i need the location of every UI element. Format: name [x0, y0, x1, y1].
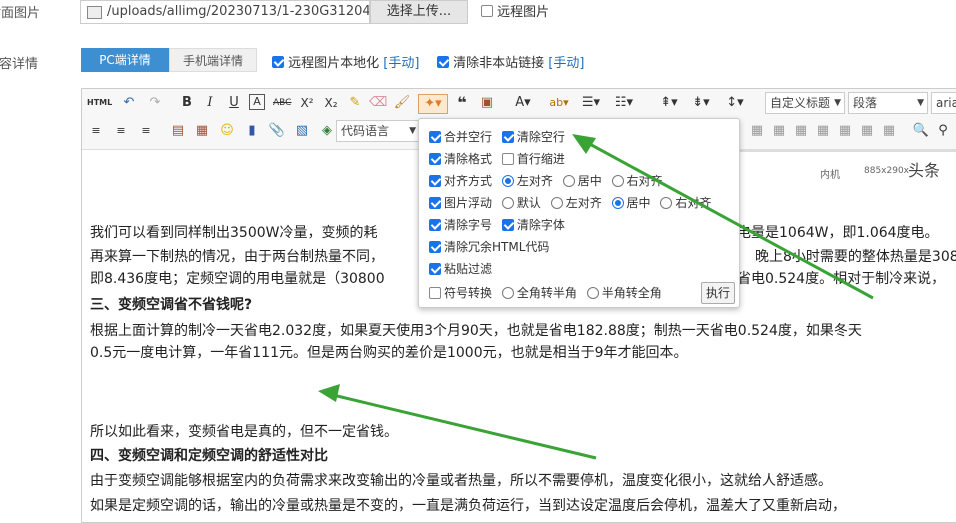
arrow-to-popup [585, 140, 874, 300]
arrow-to-content [332, 393, 597, 460]
annotation-arrows [318, 134, 874, 460]
arrow-head-content [318, 384, 340, 402]
